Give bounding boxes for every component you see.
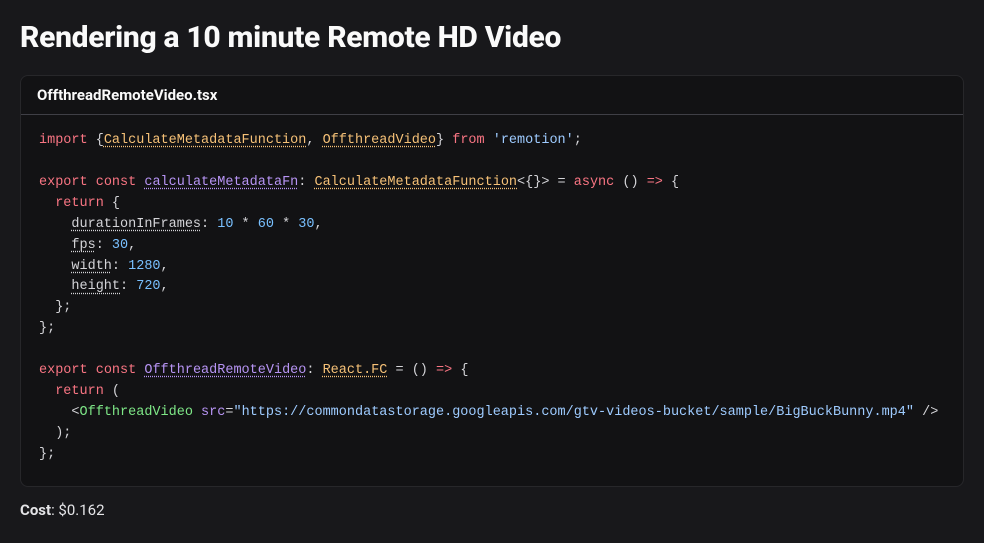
tok-symbol: CalculateMetadataFunction — [104, 133, 307, 148]
tok-num: 720 — [136, 279, 160, 294]
code-filename: OffthreadRemoteVideo.tsx — [21, 76, 963, 115]
tok-jsx-attr: src — [201, 405, 225, 420]
tok-const: const — [96, 363, 137, 378]
code-body: import {CalculateMetadataFunction, Offth… — [21, 115, 963, 486]
cost-value: $0.162 — [58, 501, 104, 519]
cost-label: Cost — [20, 501, 51, 519]
tok-prop: fps — [71, 238, 95, 253]
tok-num: 10 — [217, 217, 233, 232]
tok-return: return — [55, 384, 104, 399]
tok-fn-name: OffthreadRemoteVideo — [144, 363, 306, 378]
tok-from: from — [452, 133, 484, 148]
tok-prop: durationInFrames — [71, 217, 201, 232]
page-title: Rendering a 10 minute Remote HD Video — [20, 20, 964, 55]
tok-num: 30 — [112, 238, 128, 253]
tok-jsx-val: "https://commondatastorage.googleapis.co… — [233, 405, 914, 420]
tok-async: async — [574, 175, 615, 190]
cost-line: Cost: $0.162 — [20, 501, 964, 519]
tok-prop: height — [71, 279, 120, 294]
tok-generic: <{}> — [517, 175, 549, 190]
tok-export: export — [39, 175, 88, 190]
tok-const: const — [96, 175, 137, 190]
tok-return: return — [55, 196, 104, 211]
tok-type: CalculateMetadataFunction — [314, 175, 517, 190]
tok-fn-name: calculateMetadataFn — [144, 175, 298, 190]
tok-prop: width — [71, 259, 112, 274]
tok-module: 'remotion' — [493, 133, 574, 148]
tok-export: export — [39, 363, 88, 378]
tok-type: React.FC — [323, 363, 388, 378]
tok-import: import — [39, 133, 88, 148]
tok-num: 60 — [258, 217, 274, 232]
tok-num: 30 — [298, 217, 314, 232]
code-block: OffthreadRemoteVideo.tsx import {Calcula… — [20, 75, 964, 487]
tok-num: 1280 — [128, 259, 160, 274]
tok-jsx-tag: OffthreadVideo — [80, 405, 193, 420]
tok-symbol: OffthreadVideo — [323, 133, 436, 148]
